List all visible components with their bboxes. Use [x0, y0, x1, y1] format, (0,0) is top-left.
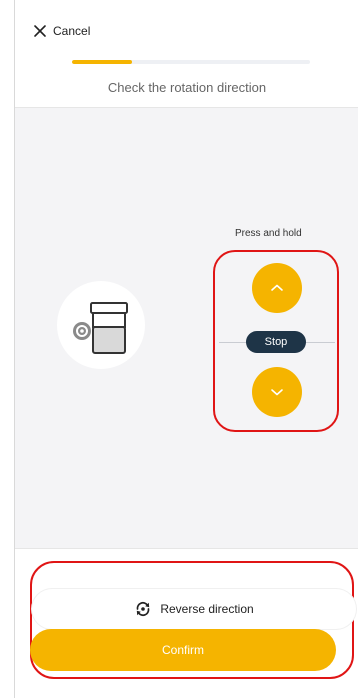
cancel-label: Cancel	[53, 24, 91, 38]
confirm-button[interactable]: Confirm	[30, 629, 336, 671]
stop-button[interactable]: Stop	[246, 331, 306, 353]
blind-motor-icon	[73, 302, 128, 354]
progress-bar	[72, 60, 310, 64]
rotate-down-button[interactable]	[252, 367, 302, 417]
header: Cancel Check the rotation direction	[15, 0, 358, 108]
rotate-up-button[interactable]	[252, 263, 302, 313]
reverse-direction-button[interactable]: Reverse direction	[32, 589, 356, 629]
chevron-down-icon	[271, 389, 283, 396]
chevron-up-icon	[271, 284, 283, 291]
press-and-hold-label: Press and hold	[235, 228, 302, 239]
rotate-icon	[136, 601, 150, 617]
cancel-button[interactable]: Cancel	[33, 24, 90, 38]
close-icon	[34, 25, 46, 37]
step-title: Check the rotation direction	[107, 80, 267, 95]
device-illustration	[57, 281, 145, 369]
progress-fill	[72, 60, 132, 64]
footer: Reverse direction	[15, 548, 358, 698]
app-frame: Cancel Check the rotation direction Pres…	[14, 0, 358, 698]
reverse-direction-label: Reverse direction	[160, 602, 254, 616]
motor-control-panel: Stop	[213, 250, 339, 432]
